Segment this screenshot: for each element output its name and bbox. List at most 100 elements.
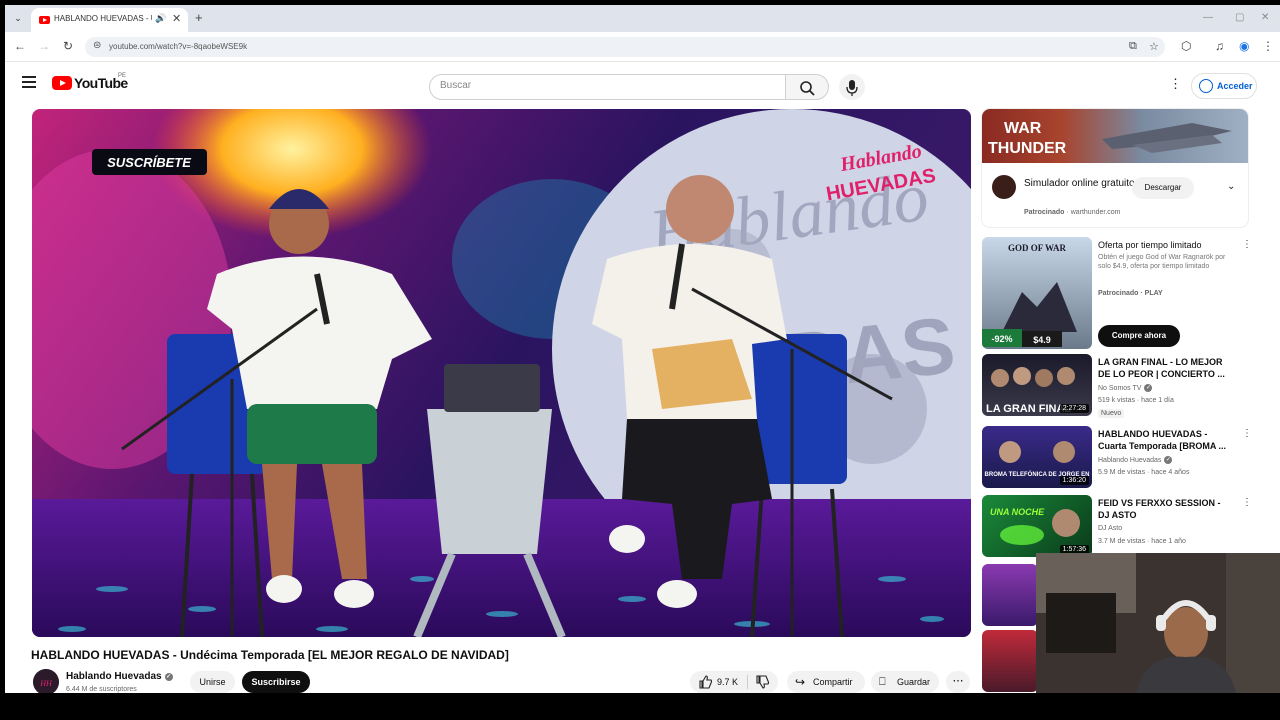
rec-channel: No Somos TV ✓ <box>1098 384 1153 392</box>
join-button[interactable]: Unirse <box>190 671 235 693</box>
speaker-icon[interactable]: 🔊 <box>155 13 166 24</box>
rec-duration: 1:36:20 <box>1059 476 1089 485</box>
channel-avatar[interactable]: HH <box>33 669 59 693</box>
bookmark-icon: ⎕ <box>879 676 886 688</box>
rec-thumb-caption: LA GRAN FINAL <box>986 403 1071 415</box>
new-tab-icon[interactable]: + <box>195 10 203 25</box>
more-actions-button[interactable]: ⋯ <box>946 671 970 693</box>
rec-views: 519 k vistas · hace 1 día <box>1098 397 1174 404</box>
voice-search-button[interactable] <box>839 74 865 100</box>
rec-thumbnail[interactable] <box>982 630 1038 692</box>
active-tab[interactable]: HABLANDO HUEVADAS - U 🔊 ✕ <box>31 8 188 32</box>
address-bar[interactable]: ⊜ youtube.com/watch?v=-8qaobeWSE9k ⧉ ☆ <box>85 37 1165 57</box>
recommendation-item[interactable]: BROMA TELEFÓNICA DE JORGE EN 1:36:20 HAB… <box>982 426 1280 490</box>
more-vert-icon[interactable]: ⋮ <box>1242 497 1252 508</box>
rec-channel-text: Hablando Huevadas <box>1098 457 1162 464</box>
subscribe-overlay-text: SUSCRÍBETE <box>107 155 191 170</box>
bottom-letterbox <box>0 693 1280 720</box>
share-button[interactable]: ↪ Compartir <box>787 671 865 693</box>
bookmark-star-icon[interactable]: ☆ <box>1149 40 1159 53</box>
like-icon[interactable] <box>698 675 712 689</box>
share-icon: ↪ <box>795 675 806 689</box>
new-badge: Nuevo <box>1098 409 1125 418</box>
ad-title[interactable]: Simulador online gratuito <box>1024 177 1136 190</box>
reload-icon[interactable]: ↻ <box>61 39 75 53</box>
more-vert-icon[interactable]: ⋮ <box>1242 239 1252 250</box>
youtube-favicon-icon <box>39 16 50 24</box>
media-control-icon[interactable]: ♫ <box>1215 39 1224 53</box>
buy-now-button[interactable]: Compre ahora <box>1098 325 1180 347</box>
maximize-icon[interactable]: ▢ <box>1235 12 1244 23</box>
verified-icon: ✓ <box>1144 384 1153 392</box>
browser-menu-icon[interactable]: ⋮ <box>1262 39 1274 53</box>
video-player[interactable]: Hablando VADAS <box>32 109 971 637</box>
sign-in-label: Acceder <box>1217 81 1253 91</box>
youtube-header: YouTube PE ⋮ Acceder <box>5 63 1280 109</box>
sponsored-ad-card[interactable]: WAR THUNDER Simulador online gratuito Pa… <box>982 109 1248 227</box>
like-divider <box>747 675 748 689</box>
chevron-down-icon[interactable]: ⌄ <box>1227 181 1235 192</box>
ad-banner-line1: WAR <box>1004 120 1042 137</box>
recommendation-item[interactable]: GOD OF WAR -92% $4.9 Oferta por tiempo l… <box>982 237 1280 353</box>
rec-title[interactable]: FEID VS FERXXO SESSION - DJ ASTO <box>1098 497 1226 521</box>
site-info-icon[interactable]: ⊜ <box>93 40 101 51</box>
recommendation-item[interactable]: UNA NOCHE 1:57:36 FEID VS FERXXO SESSION… <box>982 495 1280 559</box>
screen: ⌄ HABLANDO HUEVADAS - U 🔊 ✕ + — ▢ ✕ ← → … <box>0 0 1280 720</box>
search-button[interactable] <box>785 74 829 100</box>
rec-title[interactable]: Oferta por tiempo limitado <box>1098 239 1226 251</box>
rec-thumbnail[interactable] <box>982 564 1038 626</box>
sign-in-button[interactable]: Acceder <box>1191 73 1257 99</box>
ad-download-button[interactable]: Descargar <box>1132 177 1194 199</box>
rec-description: Obtén el juego God of War Ragnarök por s… <box>1098 254 1226 270</box>
minimize-icon[interactable]: — <box>1203 12 1213 23</box>
rec-views: 5.9 M de vistas · hace 4 años <box>1098 469 1190 476</box>
rec-duration: 2:27:28 <box>1059 404 1089 413</box>
profile-icon[interactable]: ◉ <box>1239 39 1249 53</box>
search-box[interactable] <box>429 74 786 100</box>
webcam-overlay <box>1036 553 1280 693</box>
rec-thumb-caption: GOD OF WAR <box>1008 243 1067 253</box>
save-label: Guardar <box>897 677 931 687</box>
close-window-icon[interactable]: ✕ <box>1261 12 1269 23</box>
rec-channel: Patrocinado · PLAY <box>1098 290 1163 297</box>
rec-title[interactable]: HABLANDO HUEVADAS - Cuarta Temporada [BR… <box>1098 428 1226 452</box>
ad-domain: warthunder.com <box>1070 209 1121 216</box>
verified-icon: ✓ <box>164 673 173 681</box>
like-count[interactable]: 9.7 K <box>717 677 738 687</box>
rec-thumbnail[interactable]: GOD OF WAR -92% $4.9 <box>982 237 1092 349</box>
install-app-icon[interactable]: ⧉ <box>1129 40 1137 53</box>
tab-title: HABLANDO HUEVADAS - U <box>54 14 152 23</box>
search-input[interactable] <box>440 80 770 91</box>
more-vert-icon[interactable]: ⋮ <box>1242 428 1252 439</box>
channel-name[interactable]: Hablando Huevadas ✓ <box>66 671 173 682</box>
extensions-icon[interactable]: ⬡ <box>1181 39 1191 53</box>
ad-banner[interactable]: WAR THUNDER <box>982 109 1248 163</box>
subscriber-count: 6.44 M de suscriptores <box>66 686 137 693</box>
verified-icon: ✓ <box>1164 456 1173 464</box>
forward-icon[interactable]: → <box>37 39 51 53</box>
url-text[interactable]: youtube.com/watch?v=-8qaobeWSE9k <box>109 42 247 51</box>
channel-name-text[interactable]: Hablando Huevadas <box>66 671 162 682</box>
recommendation-item[interactable]: LA GRAN FINAL 2:27:28 LA GRAN FINAL - LO… <box>982 354 1280 418</box>
advertiser-logo[interactable] <box>992 175 1016 199</box>
save-button[interactable]: ⎕ Guardar <box>871 671 939 693</box>
close-tab-icon[interactable]: ✕ <box>172 12 181 25</box>
rec-thumbnail[interactable]: BROMA TELEFÓNICA DE JORGE EN 1:36:20 <box>982 426 1092 488</box>
video-title: HABLANDO HUEVADAS - Undécima Temporada [… <box>31 648 509 662</box>
dislike-icon[interactable] <box>755 675 769 689</box>
menu-icon[interactable] <box>22 76 36 88</box>
subscribe-button[interactable]: Suscribirse <box>242 671 310 693</box>
rec-price: $4.9 <box>1033 335 1051 345</box>
rec-channel: DJ Asto <box>1098 525 1123 532</box>
tab-strip: ⌄ HABLANDO HUEVADAS - U 🔊 ✕ + — ▢ ✕ <box>5 5 1280 32</box>
like-dislike-bar: 9.7 K <box>690 671 778 693</box>
rec-title[interactable]: LA GRAN FINAL - LO MEJOR DE LO PEOR | CO… <box>1098 356 1226 380</box>
settings-menu-icon[interactable]: ⋮ <box>1169 76 1182 92</box>
tab-search-icon[interactable]: ⌄ <box>11 11 25 25</box>
rec-thumbnail[interactable]: LA GRAN FINAL 2:27:28 <box>982 354 1092 416</box>
svg-text:HH: HH <box>39 679 53 688</box>
more-icon: ⋯ <box>952 675 964 687</box>
rec-thumbnail[interactable]: UNA NOCHE 1:57:36 <box>982 495 1092 557</box>
back-icon[interactable]: ← <box>13 39 27 53</box>
ad-sponsored-label: Patrocinado <box>1024 209 1065 216</box>
